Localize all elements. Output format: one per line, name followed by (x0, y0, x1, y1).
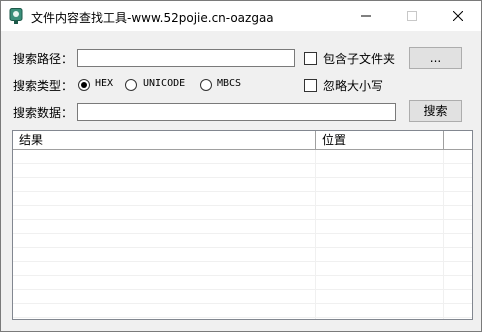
table-row (13, 276, 472, 290)
include-subfolders-checkbox[interactable] (304, 52, 317, 65)
table-row (13, 248, 472, 262)
minimize-button[interactable] (343, 1, 389, 31)
maximize-button[interactable] (389, 1, 435, 31)
app-icon (9, 8, 23, 24)
radio-hex-label[interactable]: HEX (95, 78, 113, 89)
window-title: 文件内容查找工具-www.52pojie.cn-oazgaa (31, 11, 274, 25)
table-row (13, 192, 472, 206)
minimize-icon (361, 15, 371, 17)
table-row (13, 178, 472, 192)
radio-selected-dot (81, 82, 87, 88)
title-bar: 文件内容查找工具-www.52pojie.cn-oazgaa (1, 1, 481, 31)
data-label: 搜索数据： (13, 106, 74, 120)
table-row (13, 150, 472, 164)
column-header-position[interactable]: 位置 (316, 131, 444, 149)
browse-button[interactable]: ... (409, 47, 462, 69)
radio-mbcs-label[interactable]: MBCS (217, 78, 241, 89)
table-row (13, 234, 472, 248)
radio-unicode-label[interactable]: UNICODE (143, 78, 185, 89)
results-header: 结果 位置 (13, 131, 472, 150)
table-row (13, 290, 472, 304)
table-row (13, 220, 472, 234)
search-button[interactable]: 搜索 (409, 100, 462, 122)
maximize-icon (407, 11, 417, 21)
radio-hex[interactable] (78, 79, 90, 91)
table-row (13, 164, 472, 178)
ignore-case-label[interactable]: 忽略大小写 (323, 77, 383, 94)
include-subfolders-label[interactable]: 包含子文件夹 (323, 50, 395, 67)
ignore-case-checkbox[interactable] (304, 79, 317, 92)
table-row (13, 262, 472, 276)
path-label: 搜索路径： (13, 52, 74, 66)
column-header-result[interactable]: 结果 (13, 131, 316, 149)
data-input[interactable] (77, 103, 396, 121)
radio-mbcs[interactable] (200, 79, 212, 91)
results-list[interactable]: 结果 位置 (12, 130, 473, 320)
main-window: 文件内容查找工具-www.52pojie.cn-oazgaa 搜索路径： 包含子… (0, 0, 482, 332)
close-icon (453, 11, 463, 21)
radio-unicode[interactable] (125, 79, 137, 91)
type-label: 搜索类型： (13, 79, 74, 93)
close-button[interactable] (435, 1, 481, 31)
path-input[interactable] (77, 49, 295, 67)
column-header-filler (444, 131, 472, 149)
table-row (13, 304, 472, 318)
table-row (13, 206, 472, 220)
